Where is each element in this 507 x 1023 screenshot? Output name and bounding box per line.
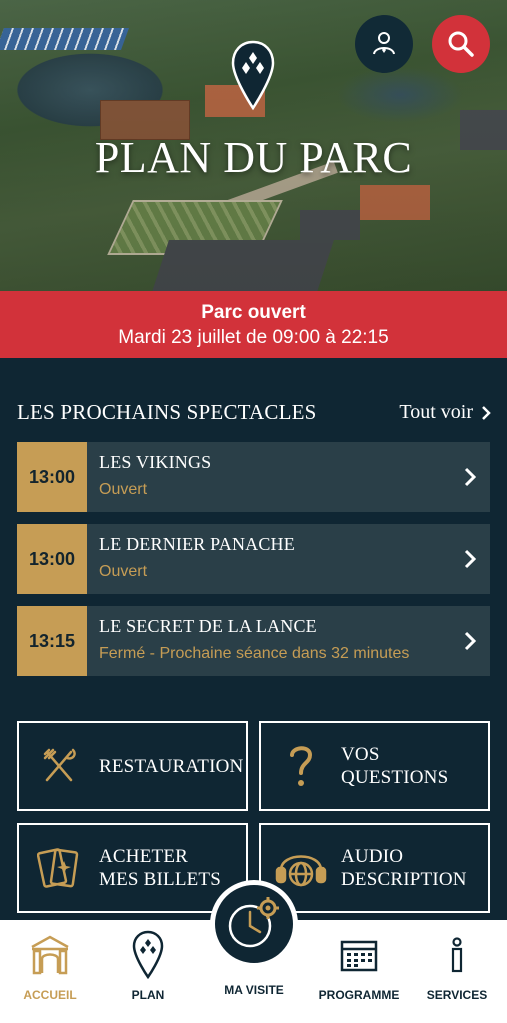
tile-label: QUESTIONS: [341, 767, 449, 788]
audio-globe-icon: [275, 855, 327, 887]
park-hours: Mardi 23 juillet de 09:00 à 22:15: [118, 327, 389, 348]
show-time: 13:00: [17, 524, 87, 594]
tile-label: MES BILLETS: [99, 869, 222, 890]
tile-label: DESCRIPTION: [341, 869, 467, 890]
park-status-title: Parc ouvert: [201, 302, 306, 323]
nav-label: PLAN: [131, 988, 165, 1002]
chevron-right-icon: [464, 549, 476, 569]
hero-banner: PLAN DU PARC: [0, 0, 507, 291]
chevron-right-icon: [464, 467, 476, 487]
questions-tile[interactable]: VOS QUESTIONS: [259, 721, 490, 811]
nav-label: SERVICES: [426, 988, 488, 1002]
show-card[interactable]: 13:15 LE SECRET DE LA LANCE Fermé - Proc…: [17, 606, 490, 676]
show-card[interactable]: 13:00 LE DERNIER PANACHE Ouvert: [17, 524, 490, 594]
show-status: Ouvert: [99, 563, 148, 580]
show-name: LE SECRET DE LA LANCE: [99, 616, 317, 636]
nav-label: PROGRAMME: [318, 988, 400, 1002]
question-mark-icon: [290, 746, 313, 786]
nav-label: ACCUEIL: [23, 988, 77, 1002]
nav-programme[interactable]: PROGRAMME: [309, 920, 409, 1023]
show-time: 13:00: [17, 442, 87, 512]
see-all-label: Tout voir: [399, 401, 473, 423]
profile-button[interactable]: [355, 15, 413, 73]
home-gate-icon: [31, 935, 69, 975]
person-pin-icon: [373, 32, 395, 55]
tile-label: AUDIO: [341, 846, 404, 867]
nav-plan[interactable]: PLAN: [98, 920, 198, 1023]
nav-services[interactable]: SERVICES: [407, 920, 507, 1023]
billets-tile[interactable]: ACHETER MES BILLETS: [17, 823, 248, 913]
tile-label: VOS: [341, 744, 380, 765]
show-name: LE DERNIER PANACHE: [99, 534, 295, 554]
audio-description-tile[interactable]: AUDIO DESCRIPTION: [259, 823, 490, 913]
show-status: Fermé - Prochaine séance dans 32 minutes: [99, 645, 410, 662]
show-card[interactable]: 13:00 LES VIKINGS Ouvert: [17, 442, 490, 512]
nav-accueil[interactable]: ACCUEIL: [0, 920, 100, 1023]
shows-heading: LES PROCHAINS SPECTACLES: [17, 400, 317, 424]
park-status-banner: Parc ouvert Mardi 23 juillet de 09:00 à …: [0, 291, 507, 358]
page-title: PLAN DU PARC: [94, 133, 413, 182]
show-name: LES VIKINGS: [99, 452, 212, 472]
shows-header: LES PROCHAINS SPECTACLES Tout voir: [17, 400, 491, 425]
nav-ma-visite[interactable]: [210, 880, 298, 968]
calendar-icon: [340, 940, 378, 972]
tile-label: RESTAURATION: [99, 755, 244, 777]
restauration-tile[interactable]: RESTAURATION: [17, 721, 248, 811]
tile-label: ACHETER: [99, 846, 189, 867]
chevron-right-icon: [482, 405, 491, 420]
search-button[interactable]: [432, 15, 490, 73]
search-icon: [448, 31, 474, 57]
map-pin-icon: [132, 930, 164, 980]
info-icon: [451, 937, 463, 973]
tickets-icon: [37, 848, 79, 888]
nav-label: MA VISITE: [224, 983, 284, 997]
show-time: 13:15: [17, 606, 87, 676]
show-status: Ouvert: [99, 481, 148, 498]
chevron-right-icon: [464, 631, 476, 651]
see-all-link[interactable]: Tout voir: [399, 401, 491, 424]
clock-gear-icon: [228, 897, 279, 948]
map-pin-icon: [231, 40, 275, 111]
cutlery-icon: [43, 748, 76, 782]
